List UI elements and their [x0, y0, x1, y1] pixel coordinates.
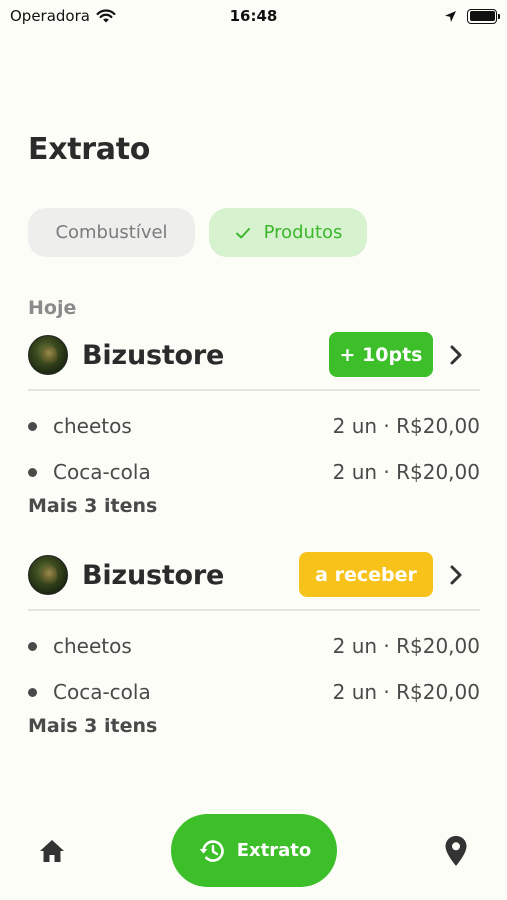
tab-produtos-label: Produtos [263, 222, 343, 243]
item-left: cheetos [28, 414, 132, 438]
item-detail: 2 un · R$20,00 [332, 460, 480, 484]
more-items-link[interactable]: Mais 3 itens [28, 495, 480, 517]
carrier-label: Operadora [10, 7, 90, 25]
battery-icon [467, 8, 500, 24]
list-item: cheetos 2 un · R$20,00 [28, 403, 480, 449]
store-avatar [28, 335, 68, 375]
status-right [444, 8, 500, 24]
divider [28, 609, 480, 611]
screen: Operadora 16:48 Extrato Combustível Prod… [0, 0, 507, 900]
extrato-nav-button[interactable]: Extrato [171, 814, 337, 887]
item-name: cheetos [53, 634, 132, 658]
location-arrow-icon [445, 10, 456, 22]
order-header: Bizustore a receber [28, 549, 480, 601]
store-name: Bizustore [82, 339, 225, 371]
item-list: cheetos 2 un · R$20,00 Coca-cola 2 un · … [28, 403, 480, 495]
item-list: cheetos 2 un · R$20,00 Coca-cola 2 un · … [28, 623, 480, 715]
item-name: Coca-cola [53, 460, 151, 484]
status-bar: Operadora 16:48 [0, 0, 507, 32]
list-item: Coca-cola 2 un · R$20,00 [28, 669, 480, 715]
checkmark-icon [235, 227, 250, 238]
tab-combustivel[interactable]: Combustível [28, 208, 195, 257]
home-icon[interactable] [38, 838, 66, 864]
wifi-icon [96, 8, 116, 22]
item-name: cheetos [53, 414, 132, 438]
bullet-icon [28, 641, 37, 651]
bullet-icon [28, 687, 37, 697]
order-card[interactable]: Bizustore a receber cheetos 2 un · R$20,… [28, 549, 480, 737]
order-header: Bizustore + 10pts [28, 329, 480, 381]
pending-badge: a receber [299, 552, 433, 597]
list-item: Coca-cola 2 un · R$20,00 [28, 449, 480, 495]
item-name: Coca-cola [53, 680, 151, 704]
status-left: Operadora [10, 7, 116, 25]
item-left: Coca-cola [28, 460, 151, 484]
chevron-right-icon[interactable] [446, 563, 466, 587]
item-detail: 2 un · R$20,00 [332, 414, 480, 438]
list-item: cheetos 2 un · R$20,00 [28, 623, 480, 669]
divider [28, 389, 480, 391]
page-title: Extrato [28, 132, 151, 167]
item-detail: 2 un · R$20,00 [332, 634, 480, 658]
tab-combustivel-label: Combustível [55, 222, 168, 243]
location-pin-icon[interactable] [444, 835, 468, 867]
points-badge: + 10pts [329, 332, 433, 377]
bullet-icon [28, 467, 37, 477]
filter-tabs: Combustível Produtos [28, 208, 367, 257]
extrato-nav-label: Extrato [236, 840, 312, 861]
history-icon [199, 839, 224, 862]
more-items-link[interactable]: Mais 3 itens [28, 715, 480, 737]
store-name: Bizustore [82, 559, 225, 591]
section-label-today: Hoje [28, 297, 77, 319]
bullet-icon [28, 421, 37, 431]
tab-produtos[interactable]: Produtos [209, 208, 367, 257]
bottom-nav: Extrato [0, 810, 507, 890]
item-left: cheetos [28, 634, 132, 658]
item-detail: 2 un · R$20,00 [332, 680, 480, 704]
store-avatar [28, 555, 68, 595]
item-left: Coca-cola [28, 680, 151, 704]
order-card[interactable]: Bizustore + 10pts cheetos 2 un · R$20,00… [28, 329, 480, 517]
chevron-right-icon[interactable] [446, 343, 466, 367]
